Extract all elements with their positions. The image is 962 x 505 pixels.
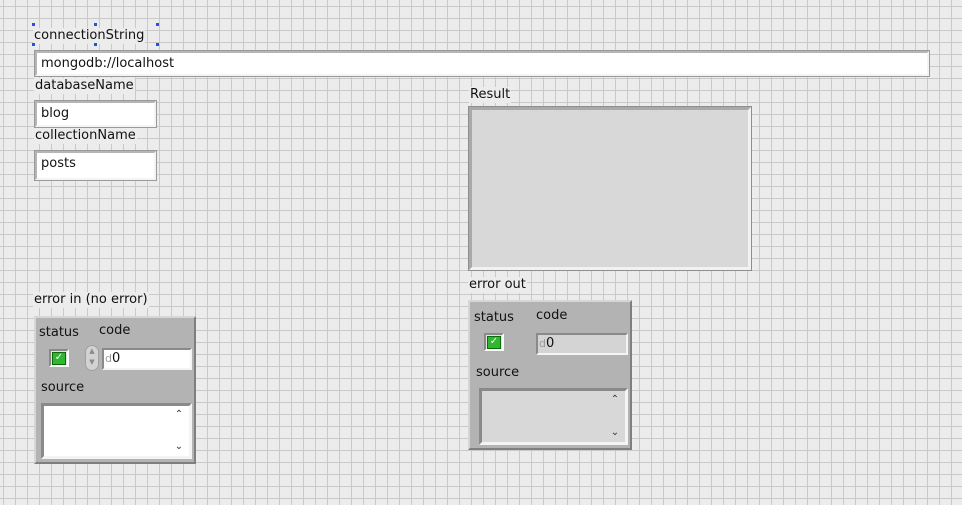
collection-name-label: collectionName (34, 128, 137, 144)
error-out-cluster: status code ✓ d0 source ⌃ ⌄ (468, 300, 632, 450)
database-name-input[interactable]: blog (35, 101, 156, 127)
error-in-label: error in (no error) (33, 292, 149, 308)
error-out-source-indicator: ⌃ ⌄ (479, 388, 628, 445)
connection-string-label: connectionString (33, 28, 146, 44)
scroll-up-icon[interactable]: ⌃ (173, 409, 185, 421)
error-in-status-label: status (39, 325, 79, 340)
error-in-cluster: status code ✓ ▲ ▼ d0 source ⌃ ⌄ (34, 316, 196, 464)
selection-handle[interactable] (94, 43, 97, 46)
error-in-code-label: code (99, 323, 131, 338)
selection-handle[interactable] (156, 43, 159, 46)
error-out-code-indicator: d0 (536, 333, 628, 355)
radix-indicator[interactable]: d (539, 337, 546, 350)
result-label: Result (469, 87, 512, 103)
error-in-status-toggle[interactable]: ✓ (49, 349, 69, 367)
error-out-status-indicator: ✓ (484, 333, 504, 351)
error-in-source-label: source (41, 380, 85, 395)
error-out-code-label: code (536, 308, 568, 323)
connection-string-input[interactable]: mongodb://localhost (35, 51, 929, 76)
selection-handle[interactable] (32, 43, 35, 46)
error-in-source-input[interactable]: ⌃ ⌄ (41, 403, 192, 459)
selection-handle[interactable] (32, 23, 35, 26)
checkmark-icon: ✓ (487, 335, 501, 349)
error-in-code-input[interactable]: d0 (102, 348, 192, 370)
scroll-up-icon[interactable]: ⌃ (609, 394, 621, 406)
scroll-down-icon[interactable]: ⌄ (609, 427, 621, 439)
scroll-down-icon[interactable]: ⌄ (173, 441, 185, 453)
radix-indicator[interactable]: d (105, 352, 112, 365)
increment-decrement-icon[interactable]: ▲ ▼ (85, 345, 99, 371)
result-indicator (469, 107, 751, 270)
error-out-code-value: 0 (545, 336, 555, 351)
error-out-label: error out (468, 277, 527, 293)
collection-name-input[interactable]: posts (35, 151, 156, 180)
selection-handle[interactable] (94, 23, 97, 26)
selection-handle[interactable] (156, 23, 159, 26)
error-out-source-label: source (476, 365, 520, 380)
error-in-code-value: 0 (111, 351, 121, 366)
checkmark-icon: ✓ (52, 351, 66, 365)
database-name-label: databaseName (34, 78, 135, 94)
error-out-status-label: status (474, 310, 514, 325)
